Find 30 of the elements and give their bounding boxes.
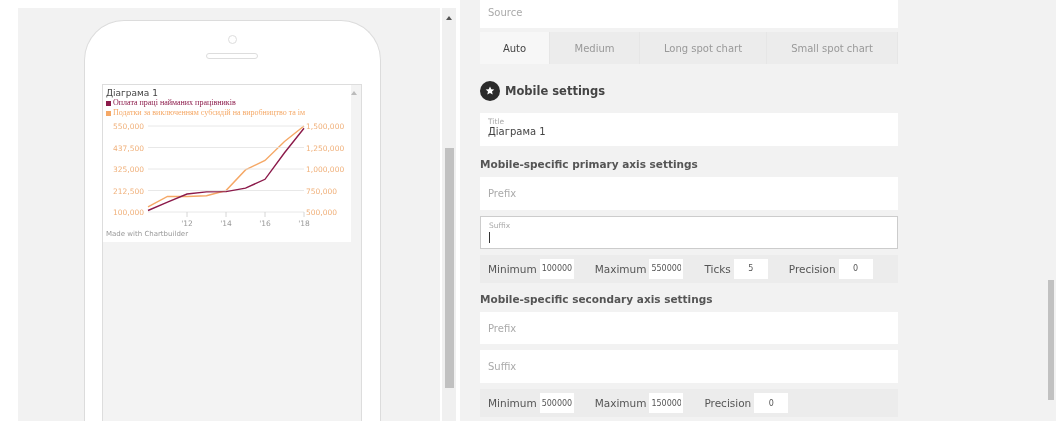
suffix-field[interactable]: Suffix	[480, 350, 898, 384]
scrollbar-thumb[interactable]	[1048, 280, 1054, 400]
number-field[interactable]: 500000	[539, 393, 574, 414]
field-label: Precision	[704, 397, 752, 410]
section-heading: Mobile settings	[505, 84, 606, 99]
source-field[interactable]: Source	[480, 0, 898, 28]
prefix-field[interactable]: Prefix	[480, 177, 898, 210]
prefix-field[interactable]: Prefix	[480, 311, 898, 345]
section-heading: Mobile-specific secondary axis settings	[480, 292, 714, 305]
legend-label: Оплата праці найманих працівників	[113, 98, 236, 108]
scrollbar[interactable]	[442, 8, 456, 421]
number-field[interactable]: 100000	[539, 258, 574, 279]
field-label: Maximum	[594, 397, 647, 410]
chart-title: Діаграма 1	[106, 88, 159, 98]
scroll-up-icon[interactable]	[446, 16, 452, 20]
size-tab[interactable]: Auto	[480, 31, 550, 65]
section-heading: Mobile-specific primary axis settings	[480, 158, 699, 171]
field-label: Ticks	[704, 262, 731, 275]
number-field[interactable]: 5	[733, 258, 768, 279]
field-label: Minimum	[488, 397, 537, 410]
speaker-icon	[206, 53, 258, 59]
number-field[interactable]: 550000	[649, 258, 684, 279]
legend-label: Податки за виключенням субсидій на виробництво та ім	[113, 108, 306, 118]
number-field[interactable]: 0	[754, 393, 789, 414]
field-label: Minimum	[488, 262, 537, 275]
field-label: Maximum	[594, 262, 647, 275]
number-field[interactable]: 150000	[649, 393, 684, 414]
number-field[interactable]: 0	[838, 258, 873, 279]
field-label: Precision	[788, 262, 836, 275]
scrollbar-thumb[interactable]	[444, 148, 454, 388]
